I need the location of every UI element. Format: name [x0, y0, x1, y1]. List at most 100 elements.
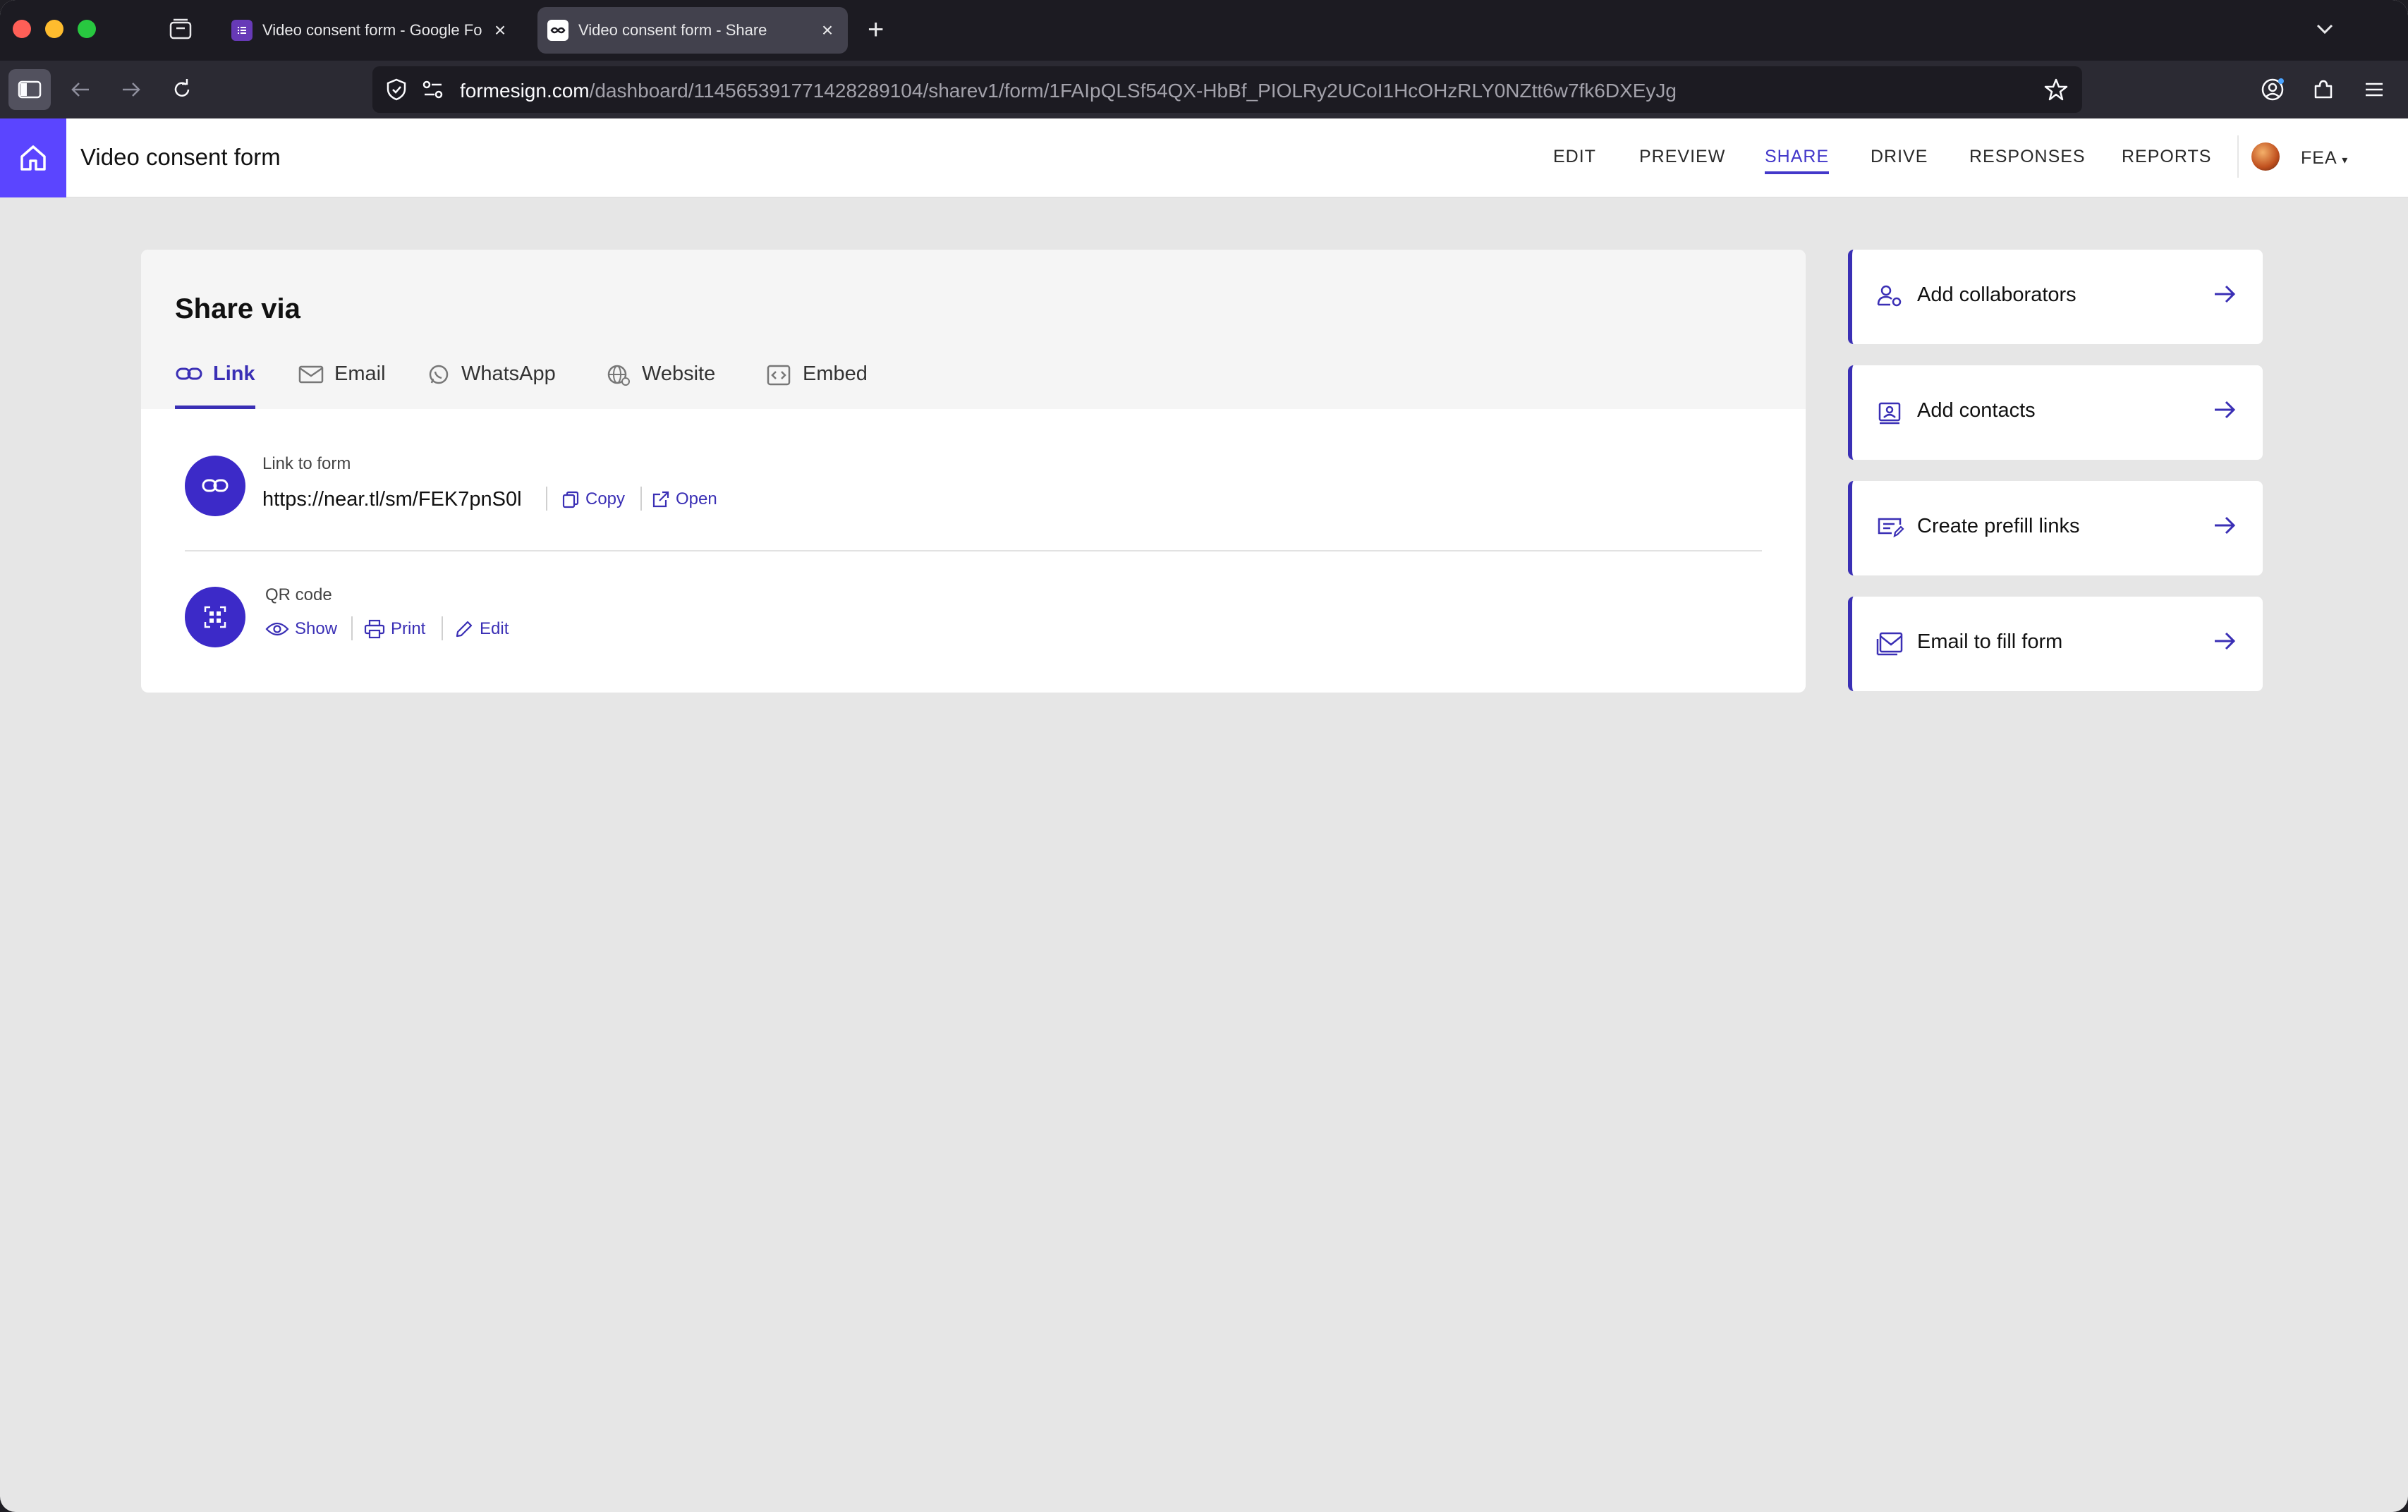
shield-icon[interactable]	[385, 78, 408, 105]
qr-show-button[interactable]: Show	[265, 619, 337, 639]
user-label: FEA	[2301, 148, 2337, 168]
qr-edit-button[interactable]: Edit	[454, 619, 509, 639]
avatar[interactable]	[2251, 142, 2280, 171]
share-card: Share via Link Email WhatsApp Website Em…	[141, 250, 1806, 693]
address-bar[interactable]: formesign.com/dashboard/1145653917714282…	[372, 66, 2082, 113]
arrow-right-icon	[2212, 398, 2237, 425]
user-menu[interactable]: FEA ▾	[2301, 148, 2348, 169]
create-prefill-links-card[interactable]: Create prefill links	[1848, 481, 2263, 575]
separator	[351, 616, 353, 640]
sidebar-toggle-icon[interactable]	[8, 69, 51, 110]
email-icon	[1876, 630, 1904, 659]
external-link-icon	[652, 491, 669, 508]
maximize-window-button[interactable]	[78, 20, 96, 38]
add-contacts-card[interactable]: Add contacts	[1848, 365, 2263, 460]
new-tab-button[interactable]: +	[868, 14, 884, 46]
url-path: /dashboard/114565391771428289104/sharev1…	[589, 80, 1677, 102]
globe-icon	[607, 365, 630, 386]
nav-reports[interactable]: REPORTS	[2122, 147, 2211, 167]
tab-website-label: Website	[642, 362, 716, 385]
add-contacts-label: Add contacts	[1917, 399, 2036, 422]
contacts-icon	[1876, 399, 1903, 429]
separator	[546, 487, 547, 511]
tab-strip: Video consent form - Google Fo × Video c…	[0, 0, 2408, 61]
link-url[interactable]: https://near.tl/sm/FEK7pnS0l	[262, 488, 522, 511]
open-label: Open	[676, 489, 717, 508]
nav-responses[interactable]: RESPONSES	[1969, 147, 2086, 167]
app-header: Video consent form EDIT PREVIEW SHARE DR…	[0, 118, 2408, 197]
nav-divider	[2237, 135, 2239, 178]
minimize-window-button[interactable]	[45, 20, 63, 38]
account-icon[interactable]	[2251, 69, 2294, 110]
create-prefill-links-label: Create prefill links	[1917, 515, 2080, 537]
tab-email[interactable]: Email	[298, 362, 386, 409]
nav-edit[interactable]: EDIT	[1553, 147, 1596, 167]
tab-title: Video consent form - Google Fo	[262, 21, 482, 39]
edit-label: Edit	[480, 619, 509, 638]
nav-share[interactable]: SHARE	[1765, 147, 1830, 174]
code-icon	[767, 365, 791, 386]
link-icon	[176, 367, 202, 380]
separator	[442, 616, 443, 640]
home-icon	[20, 145, 46, 171]
print-label: Print	[391, 619, 426, 638]
whatsapp-icon	[429, 365, 449, 384]
separator	[640, 487, 642, 511]
forward-icon[interactable]	[110, 69, 152, 110]
link-label: Link to form	[262, 454, 351, 473]
close-tab-icon[interactable]: ×	[489, 19, 511, 42]
caret-down-icon: ▾	[2342, 154, 2349, 166]
add-collaborators-card[interactable]: Add collaborators	[1848, 250, 2263, 344]
bookmark-star-icon[interactable]	[2044, 78, 2068, 105]
back-icon[interactable]	[59, 69, 102, 110]
menu-icon[interactable]	[2353, 69, 2395, 110]
browser-toolbar: formesign.com/dashboard/1145653917714282…	[0, 61, 2408, 118]
nav-drive[interactable]: DRIVE	[1871, 147, 1928, 167]
url-host: formesign.com	[460, 80, 590, 102]
tab-overview-icon[interactable]	[166, 16, 195, 47]
mail-icon	[298, 365, 324, 384]
tab-email-label: Email	[334, 362, 386, 385]
link-circle-icon	[185, 456, 245, 516]
tab-whatsapp[interactable]: WhatsApp	[426, 362, 556, 409]
list-all-tabs-icon[interactable]	[2311, 17, 2339, 46]
tab-embed[interactable]: Embed	[766, 362, 868, 409]
open-button[interactable]: Open	[652, 489, 717, 509]
copy-label: Copy	[585, 489, 626, 508]
prefill-icon	[1876, 515, 1904, 542]
qr-circle-icon	[185, 587, 245, 647]
browser-window: Video consent form - Google Fo × Video c…	[0, 0, 2408, 1512]
tab-whatsapp-label: WhatsApp	[461, 362, 556, 385]
arrow-right-icon	[2212, 513, 2237, 541]
show-label: Show	[295, 619, 338, 638]
share-card-header: Share via Link Email WhatsApp Website Em…	[141, 250, 1806, 409]
tab-link[interactable]: Link	[175, 362, 255, 409]
home-button[interactable]	[0, 118, 66, 197]
qr-print-button[interactable]: Print	[364, 619, 425, 639]
tab-title: Video consent form - Share	[578, 21, 767, 39]
extensions-icon[interactable]	[2302, 69, 2345, 110]
reload-icon[interactable]	[161, 69, 203, 110]
email-to-fill-form-card[interactable]: Email to fill form	[1848, 597, 2263, 691]
copy-button[interactable]: Copy	[561, 489, 625, 509]
formesign-favicon	[547, 20, 568, 41]
url-text[interactable]: formesign.com/dashboard/1145653917714282…	[460, 80, 1677, 102]
google-forms-favicon	[231, 20, 253, 41]
tab-embed-label: Embed	[803, 362, 868, 385]
tab-google-forms[interactable]: Video consent form - Google Fo ×	[221, 7, 521, 54]
arrow-right-icon	[2212, 282, 2237, 310]
email-to-fill-form-label: Email to fill form	[1917, 630, 2063, 653]
close-tab-icon[interactable]: ×	[817, 19, 838, 42]
share-title: Share via	[175, 293, 300, 324]
site-permissions-icon[interactable]	[422, 79, 444, 104]
nav-preview[interactable]: PREVIEW	[1639, 147, 1725, 167]
divider	[185, 550, 1762, 551]
copy-icon	[562, 491, 579, 508]
form-title: Video consent form	[80, 144, 281, 170]
pencil-icon	[456, 621, 473, 638]
tab-share[interactable]: Video consent form - Share ×	[537, 7, 848, 54]
print-icon	[364, 619, 385, 639]
close-window-button[interactable]	[13, 20, 31, 38]
tab-website[interactable]: Website	[605, 362, 715, 409]
collaborators-icon	[1876, 284, 1904, 312]
